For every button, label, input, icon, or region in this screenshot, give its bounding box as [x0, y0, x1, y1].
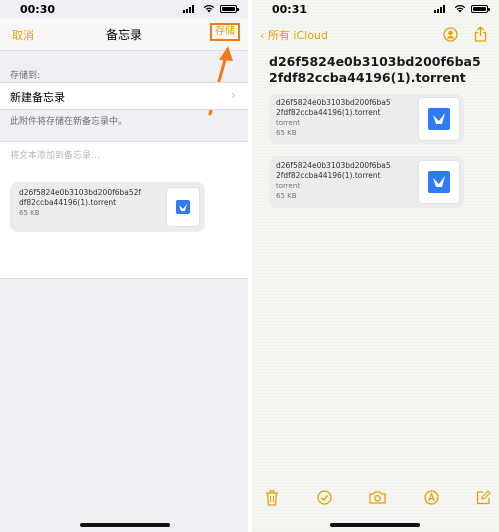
status-time: 00:31 — [272, 3, 308, 16]
markup-icon[interactable] — [424, 490, 439, 505]
save-button[interactable]: 存储 — [210, 23, 240, 41]
wifi-icon — [203, 5, 215, 13]
back-button[interactable]: ‹ 所有 iCloud — [260, 27, 328, 43]
chevron-left-icon: ‹ — [260, 29, 265, 42]
file-thumbnail — [419, 161, 459, 203]
share-icon[interactable] — [474, 26, 487, 42]
compose-icon[interactable] — [476, 490, 491, 505]
new-note-label: 新建备忘录 — [10, 91, 65, 104]
file-thumbnail — [419, 98, 459, 140]
attachment-type: torrent — [276, 182, 300, 190]
attachment-name-line1: d26f5824e0b3103bd200f6ba5 — [276, 98, 391, 107]
attachment-size: 65 KB — [276, 129, 297, 137]
left-phone-screen: 00:30 取消 备忘录 存储 存储到: 新建备忘录 › 此附件将存储在新备忘录… — [0, 0, 248, 532]
note-title-line1: d26f5824e0b3103bd200f6ba5 — [269, 54, 481, 69]
chevron-right-icon: › — [231, 88, 236, 102]
note-title-line2: 2fdf82ccba44196(1).torrent — [269, 70, 466, 85]
status-time: 00:30 — [20, 3, 56, 16]
xunlei-bird-icon — [428, 108, 450, 130]
attachment-card[interactable]: d26f5824e0b3103bd200f6ba5 2fdf82ccba4419… — [269, 94, 464, 144]
attachment-size: 65 KB — [276, 192, 297, 200]
attachment-footnote: 此附件将存储在新备忘录中。 — [10, 117, 128, 127]
attachment-size: 65 KB — [19, 209, 40, 217]
cellular-signal-icon — [183, 5, 194, 13]
attachment-card[interactable]: d26f5824e0b3103bd200f6ba52f df82ccba4419… — [10, 182, 205, 232]
text-placeholder[interactable]: 将文本添加到备忘录… — [10, 148, 100, 161]
cellular-signal-icon — [434, 5, 445, 13]
checklist-icon[interactable] — [317, 490, 332, 505]
battery-icon — [220, 5, 239, 13]
attachment-name-line2: df82ccba44196(1).torrent — [19, 198, 117, 207]
home-indicator — [80, 523, 170, 527]
attachment-name-line2: 2fdf82ccba44196(1).torrent — [276, 108, 381, 117]
add-people-icon[interactable] — [443, 27, 458, 42]
home-indicator — [330, 523, 420, 527]
status-bar: 00:30 — [0, 0, 248, 18]
file-thumbnail — [167, 188, 199, 226]
note-compose-area[interactable]: 将文本添加到备忘录… d26f5824e0b3103bd200f6ba52f d… — [0, 141, 248, 279]
xunlei-bird-icon — [428, 171, 450, 193]
new-note-row[interactable]: 新建备忘录 › — [0, 82, 248, 110]
right-phone-screen: 00:31 ‹ 所有 iCloud d26f5824e0b3103bd200f6… — [252, 0, 499, 532]
wifi-icon — [454, 5, 466, 13]
trash-icon[interactable] — [265, 490, 279, 506]
attachment-type: torrent — [276, 119, 300, 127]
attachment-name-line2: 2fdf82ccba44196(1).torrent — [276, 171, 381, 180]
status-bar: 00:31 — [252, 0, 499, 18]
attachment-name-line1: d26f5824e0b3103bd200f6ba52f — [19, 188, 142, 197]
xunlei-bird-icon — [176, 200, 190, 214]
camera-icon[interactable] — [369, 490, 386, 504]
note-title: d26f5824e0b3103bd200f6ba5 2fdf82ccba4419… — [269, 54, 481, 86]
save-to-label: 存储到: — [10, 71, 41, 81]
attachment-card[interactable]: d26f5824e0b3103bd200f6ba5 2fdf82ccba4419… — [269, 156, 464, 208]
battery-icon — [471, 5, 490, 13]
attachment-name-line1: d26f5824e0b3103bd200f6ba5 — [276, 161, 391, 170]
back-label: 所有 iCloud — [267, 29, 328, 42]
